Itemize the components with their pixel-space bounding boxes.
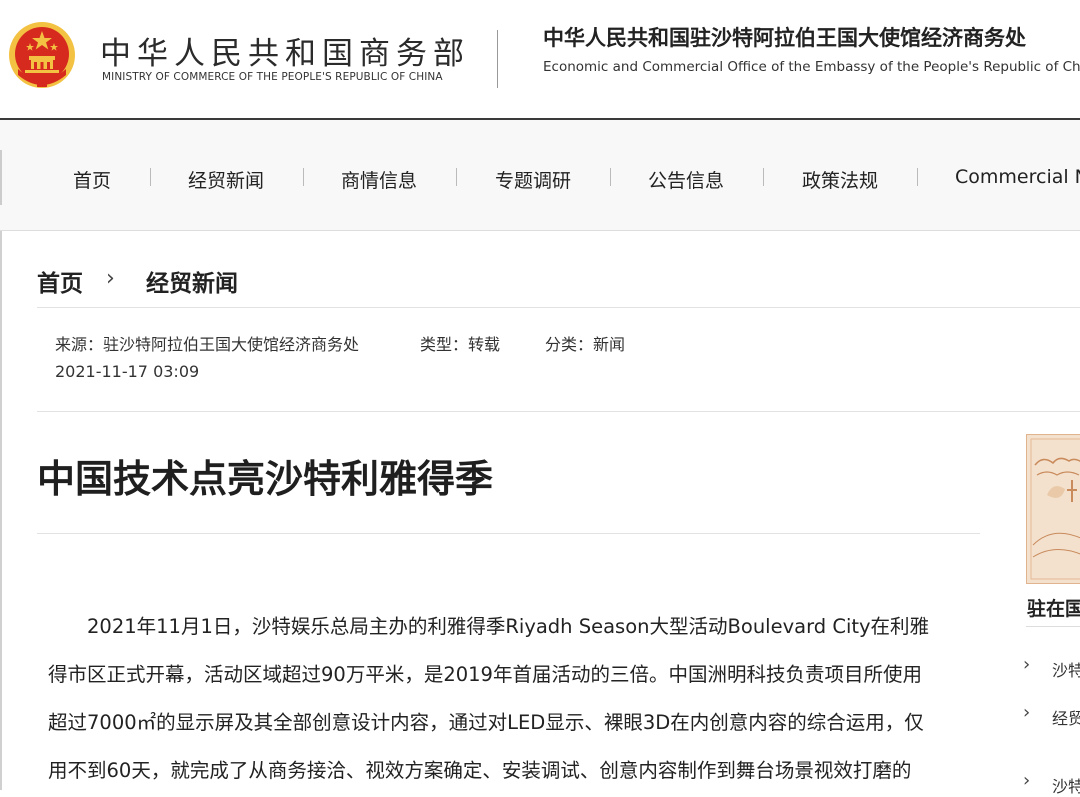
nav-item-trade-news[interactable]: 经贸新闻	[188, 166, 264, 193]
meta-source: 来源：驻沙特阿拉伯王国大使馆经济商务处	[55, 335, 360, 354]
nav-edge	[0, 150, 2, 205]
article-line: 超过7000㎡的显示屏及其全部创意设计内容，通过对LED显示、裸眼3D在内创意内…	[48, 711, 924, 734]
divider	[37, 307, 1080, 308]
article-title: 中国技术点亮沙特利雅得季	[37, 457, 494, 501]
chevron-right-icon: ›	[1023, 654, 1031, 675]
nav-separator	[610, 168, 611, 186]
ministry-name-cn[interactable]: 中华人民共和国商务部	[100, 28, 470, 73]
article-body: 2021年11月1日，沙特娱乐总局主办的利雅得季Riyadh Season大型活…	[48, 603, 973, 795]
article-line: 2021年11月1日，沙特娱乐总局主办的利雅得季Riyadh Season大型活…	[48, 615, 930, 638]
nav-separator	[303, 168, 304, 186]
office-name-en[interactable]: Economic and Commercial Office of the Em…	[543, 59, 1080, 75]
nav-separator	[150, 168, 151, 186]
content-edge	[0, 231, 2, 790]
site-header: 中华人民共和国商务部 MINISTRY OF COMMERCE OF THE P…	[0, 0, 1080, 120]
chevron-right-icon: ›	[1023, 770, 1031, 791]
nav-item-business-info[interactable]: 商情信息	[341, 166, 417, 193]
meta-date: 2021-11-17 03:09	[55, 362, 200, 381]
sidebar-item[interactable]: 沙特	[1052, 773, 1080, 797]
sidebar-banner[interactable]	[1026, 434, 1080, 584]
nav-separator	[456, 168, 457, 186]
national-emblem-icon[interactable]	[8, 21, 76, 89]
breadcrumb-current[interactable]: 经贸新闻	[146, 264, 238, 298]
article-line: 用不到60天，就完成了从商务接洽、视效方案确定、安装调试、创意内容制作到舞台场景…	[48, 759, 912, 782]
nav-item-special-research[interactable]: 专题调研	[495, 166, 571, 193]
divider	[37, 533, 980, 534]
sidebar-item[interactable]: 经贸	[1052, 705, 1080, 729]
divider	[1026, 626, 1080, 627]
decorative-cloud-icon	[1030, 438, 1080, 580]
divider	[37, 411, 1080, 412]
nav-item-policies[interactable]: 政策法规	[802, 166, 878, 193]
meta-category: 分类：新闻	[545, 335, 626, 354]
chevron-right-icon: ›	[1023, 702, 1031, 723]
header-divider	[497, 30, 498, 88]
article-line: 得市区正式开幕，活动区域超过90万平米，是2019年首届活动的三倍。中国洲明科技…	[48, 663, 922, 686]
chevron-right-icon: ›	[106, 266, 115, 291]
nav-item-commercial[interactable]: Commercial N	[955, 166, 1080, 188]
nav-item-announcements[interactable]: 公告信息	[648, 166, 724, 193]
breadcrumb-home[interactable]: 首页	[37, 264, 83, 298]
nav-item-home[interactable]: 首页	[73, 166, 111, 193]
office-name-cn[interactable]: 中华人民共和国驻沙特阿拉伯王国大使馆经济商务处	[543, 22, 1026, 52]
nav-separator	[763, 168, 764, 186]
sidebar-item[interactable]: 沙特	[1052, 657, 1080, 681]
main-nav: 首页 经贸新闻 商情信息 专题调研 公告信息 政策法规 Commercial N	[0, 120, 1080, 231]
sidebar-heading: 驻在国	[1027, 598, 1080, 620]
ministry-name-en[interactable]: MINISTRY OF COMMERCE OF THE PEOPLE'S REP…	[102, 71, 443, 83]
nav-separator	[917, 168, 918, 186]
meta-type: 类型：转载	[420, 335, 501, 354]
